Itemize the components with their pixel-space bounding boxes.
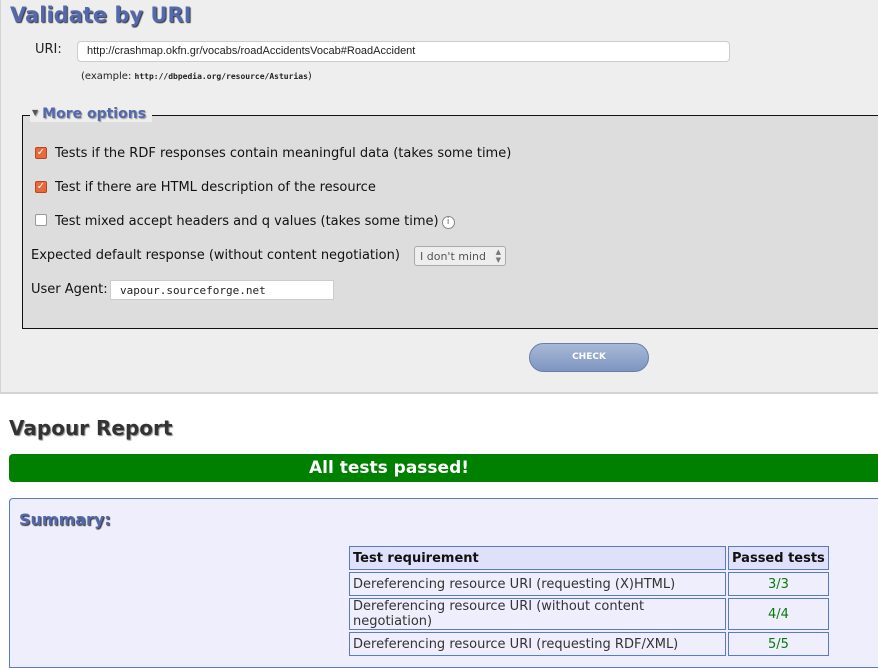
checkbox-mixed-accept[interactable] (35, 214, 47, 226)
default-response-select[interactable]: I don't mind ▲ ▼ (414, 246, 506, 266)
option-label: Test if there are HTML description of th… (55, 180, 376, 195)
option-label: Test mixed accept headers and q values (… (55, 214, 455, 229)
check-button[interactable]: CHECK (529, 343, 649, 372)
requirement-cell: Dereferencing resource URI (requesting R… (349, 632, 726, 656)
summary-table: Test requirement Passed tests Dereferenci… (347, 544, 831, 658)
uri-input[interactable]: http://crashmap.okfn.gr/vocabs/roadAccid… (77, 41, 730, 62)
table-row: Dereferencing resource URI (without cont… (349, 598, 829, 630)
user-agent-input[interactable]: vapour.sourceforge.net (110, 280, 334, 300)
status-banner: All tests passed! (9, 454, 878, 482)
triangle-down-icon: ▼ (32, 108, 39, 117)
uri-example: (example: http://dbpedia.org/resource/As… (81, 71, 312, 82)
table-row: Dereferencing resource URI (requesting R… (349, 632, 829, 656)
passed-cell: 3/3 (728, 572, 829, 596)
passed-cell: 4/4 (728, 598, 829, 630)
page-title: Validate by URI (10, 3, 192, 27)
option-label: Tests if the RDF responses contain meani… (55, 146, 512, 161)
spinner-arrows-icon: ▲ ▼ (495, 248, 501, 264)
user-agent-label: User Agent: (31, 282, 108, 297)
column-header: Passed tests (728, 546, 829, 570)
table-row: Dereferencing resource URI (requesting (… (349, 572, 829, 596)
column-header: Test requirement (349, 546, 726, 570)
default-response-label: Expected default response (without conte… (31, 248, 400, 263)
report-title: Vapour Report (9, 416, 173, 440)
passed-cell: 5/5 (728, 632, 829, 656)
info-icon[interactable]: i (441, 216, 455, 229)
checkbox-meaningful-data[interactable]: ✓ (35, 147, 47, 159)
uri-label: URI: (35, 42, 62, 57)
requirement-cell: Dereferencing resource URI (without cont… (349, 598, 726, 630)
checkbox-html-description[interactable]: ✓ (35, 181, 47, 193)
summary-title: Summary: (19, 510, 111, 529)
requirement-cell: Dereferencing resource URI (requesting (… (349, 572, 726, 596)
more-options-toggle[interactable]: ▼ More options (30, 106, 153, 122)
